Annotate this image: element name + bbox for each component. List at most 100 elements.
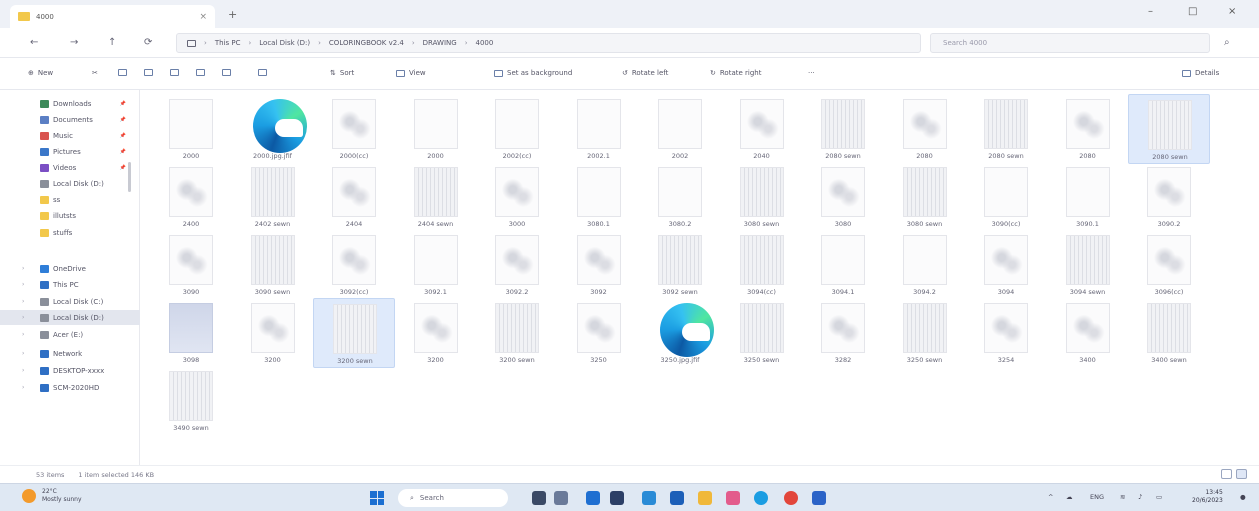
notification-icon[interactable]: ● [1240, 493, 1246, 501]
file-item[interactable]: 3092 sewn [639, 230, 721, 300]
file-item[interactable]: 3090 sewn [232, 230, 314, 300]
sidebar-item[interactable]: › OneDrive [0, 261, 140, 276]
weather-widget[interactable]: 22°C Mostly sunny [22, 488, 82, 504]
edge-icon[interactable] [754, 491, 768, 505]
chrome-icon[interactable] [784, 491, 798, 505]
sidebar-item[interactable]: › Acer (E:) [0, 327, 140, 342]
file-item[interactable]: 3094.2 [884, 230, 966, 300]
file-item[interactable]: 3092.1 [395, 230, 477, 300]
file-item[interactable]: 3000 [476, 162, 558, 232]
app-icon[interactable] [642, 491, 656, 505]
chevron-right-icon[interactable]: › [22, 384, 24, 391]
file-item[interactable]: 2400 [150, 162, 232, 232]
file-item[interactable]: 2080 sewn [802, 94, 884, 164]
file-item[interactable]: 3080.2 [639, 162, 721, 232]
file-item[interactable]: 2000(cc) [313, 94, 395, 164]
file-item[interactable]: 2404 [313, 162, 395, 232]
breadcrumb-this-pc[interactable]: This PC [215, 39, 241, 47]
chevron-right-icon[interactable]: › [22, 367, 24, 374]
file-item[interactable]: 3200 sewn [313, 298, 395, 368]
new-button[interactable]: ⊕ New [28, 69, 53, 77]
sidebar-item[interactable]: Documents 📌 [0, 112, 140, 127]
set-background-button[interactable]: Set as background [494, 69, 572, 77]
file-item[interactable]: 3090.2 [1128, 162, 1210, 232]
file-item[interactable]: 3090 [150, 230, 232, 300]
file-item[interactable]: 2000 [395, 94, 477, 164]
file-item[interactable]: 2040 [721, 94, 803, 164]
file-item[interactable]: 3098 [150, 298, 232, 368]
file-item[interactable]: 2000 [150, 94, 232, 164]
sidebar-item[interactable]: › This PC [0, 277, 140, 292]
app-icon[interactable] [670, 491, 684, 505]
sidebar-item[interactable]: Videos 📌 [0, 160, 140, 175]
sidebar-item[interactable]: ss [0, 192, 140, 207]
battery-icon[interactable]: ▭ [1156, 493, 1162, 501]
language-indicator[interactable]: ENG [1090, 493, 1104, 501]
trash-icon[interactable] [258, 69, 267, 76]
file-explorer-icon[interactable] [698, 491, 712, 505]
refresh-button[interactable]: ⟳ [144, 37, 152, 48]
windows-start-icon[interactable] [370, 491, 384, 505]
file-item[interactable]: 3250 sewn [721, 298, 803, 368]
breadcrumb-4000[interactable]: 4000 [476, 39, 494, 47]
search-icon[interactable]: ⌕ [1224, 37, 1230, 48]
taskbar-search[interactable]: ⌕ Search [398, 489, 508, 507]
up-button[interactable]: ↑ [108, 37, 116, 48]
file-item[interactable]: 3250 [558, 298, 640, 368]
file-item[interactable]: 2080 [884, 94, 966, 164]
show-hidden-icons[interactable]: ^ [1048, 493, 1053, 501]
sidebar-item[interactable]: Pictures 📌 [0, 144, 140, 159]
delete-icon[interactable] [222, 69, 231, 76]
cloud-icon[interactable]: ☁ [1066, 493, 1073, 501]
chat-icon[interactable] [586, 491, 600, 505]
file-item[interactable]: 3094.1 [802, 230, 884, 300]
breadcrumb-coloringbook[interactable]: COLORINGBOOK v2.4 [329, 39, 404, 47]
sidebar-item[interactable]: › Network [0, 346, 140, 361]
file-item[interactable]: 3080 sewn [721, 162, 803, 232]
address-bar[interactable]: › This PC › Local Disk (D:) › COLORINGBO… [176, 33, 921, 53]
file-item[interactable]: 3096(cc) [1128, 230, 1210, 300]
app-icon[interactable] [726, 491, 740, 505]
rotate-right-button[interactable]: ↻ Rotate right [710, 69, 761, 77]
forward-button[interactable]: → [70, 37, 78, 48]
file-item[interactable]: 2002 [639, 94, 721, 164]
rename-icon[interactable] [170, 69, 179, 76]
sidebar-item[interactable]: › Local Disk (D:) [0, 310, 140, 325]
file-item[interactable]: 3254 [965, 298, 1047, 368]
sidebar-item[interactable]: › Local Disk (C:) [0, 294, 140, 309]
file-item[interactable]: 3080 sewn [884, 162, 966, 232]
file-item[interactable]: 3080.1 [558, 162, 640, 232]
sidebar-item[interactable]: Downloads 📌 [0, 96, 140, 111]
file-item[interactable]: 3094 sewn [1047, 230, 1129, 300]
file-item[interactable]: 2002.1 [558, 94, 640, 164]
more-options-button[interactable]: ··· [808, 69, 815, 77]
maximize-button[interactable]: □ [1188, 6, 1197, 17]
file-item[interactable]: 3092 [558, 230, 640, 300]
details-view-icon[interactable] [1221, 469, 1232, 479]
file-item[interactable]: 3400 [1047, 298, 1129, 368]
new-tab-button[interactable]: + [228, 8, 237, 21]
details-button[interactable]: Details [1182, 69, 1219, 77]
chevron-right-icon[interactable]: › [22, 314, 24, 321]
chevron-right-icon[interactable]: › [22, 298, 24, 305]
sidebar-item[interactable]: Local Disk (D:) [0, 176, 140, 191]
sidebar-item[interactable]: › SCM-2020HD [0, 380, 140, 395]
widgets-icon[interactable] [554, 491, 568, 505]
file-item[interactable]: 3200 sewn [476, 298, 558, 368]
sort-button[interactable]: ⇅ Sort [330, 69, 354, 77]
sidebar-item[interactable]: illutsts [0, 208, 140, 223]
chevron-right-icon[interactable]: › [22, 281, 24, 288]
cut-icon[interactable]: ✂ [92, 69, 98, 77]
file-item[interactable]: 3094 [965, 230, 1047, 300]
file-item[interactable]: 3490 sewn [150, 366, 232, 436]
search-input[interactable]: Search 4000 [930, 33, 1210, 53]
file-item[interactable]: 2080 [1047, 94, 1129, 164]
app-icon[interactable] [812, 491, 826, 505]
tab-close-button[interactable]: × [199, 12, 207, 22]
sidebar-item[interactable]: stuffs [0, 225, 140, 240]
file-item[interactable]: 3250.jpg.jfif [639, 298, 721, 368]
chevron-right-icon[interactable]: › [22, 350, 24, 357]
rotate-left-button[interactable]: ↺ Rotate left [622, 69, 668, 77]
thumbnail-view-icon[interactable] [1236, 469, 1247, 479]
file-item[interactable]: 3200 [232, 298, 314, 368]
